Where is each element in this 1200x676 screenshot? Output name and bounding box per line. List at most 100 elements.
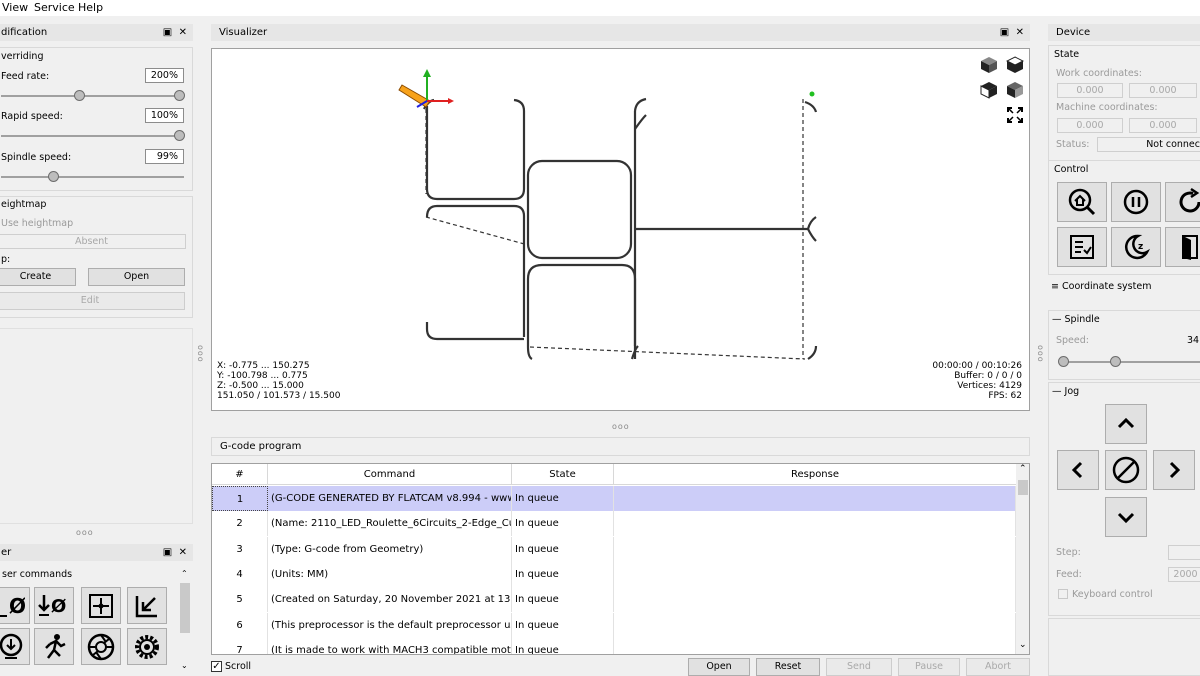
vertices-count: Vertices: 4129 xyxy=(957,381,1022,391)
return-origin-button[interactable] xyxy=(127,587,167,624)
visualizer-title: Visualizer xyxy=(219,27,268,38)
view-left-button[interactable] xyxy=(1006,81,1024,99)
create-heightmap-button[interactable]: Create xyxy=(0,268,76,286)
gcode-scrollbar[interactable]: ⌃ ⌄ xyxy=(1016,464,1029,654)
feed-rate-slider[interactable] xyxy=(1,95,184,97)
visualizer-dock-title: Visualizer ▣ ✕ xyxy=(211,24,1030,41)
zero-z-icon: Ø xyxy=(38,594,66,617)
endpoint-marker xyxy=(809,91,815,97)
collapse-icon[interactable]: — xyxy=(1052,386,1062,397)
probe-button[interactable] xyxy=(0,628,30,665)
column-header-response[interactable]: Response xyxy=(614,464,1016,485)
spindle-button[interactable] xyxy=(81,628,121,665)
zero-z-button[interactable]: Ø xyxy=(34,587,74,624)
table-row[interactable]: 2 (Name: 2110_LED_Roulette_6Circuits_2-Ed… xyxy=(212,511,1016,537)
scroll-down-icon[interactable]: ⌄ xyxy=(181,661,188,670)
spindle-label: Spindle xyxy=(1064,314,1100,325)
rapid-speed-field[interactable]: 100% xyxy=(145,108,184,123)
door-button[interactable] xyxy=(1165,227,1200,267)
use-heightmap-checkbox[interactable]: Use heightmap xyxy=(1,218,73,229)
feed-rate-slider-handle[interactable] xyxy=(174,90,185,101)
spindle-speed-slider-handle[interactable] xyxy=(48,171,59,182)
table-row[interactable]: 1 (G-CODE GENERATED BY FLATCAM v8.994 - w… xyxy=(212,486,1016,511)
menu-view[interactable]: View xyxy=(2,1,28,14)
overriding-label: verriding xyxy=(1,51,44,62)
command-cell: (Type: G-code from Geometry) xyxy=(268,536,512,562)
float-icon[interactable]: ▣ xyxy=(163,27,172,38)
visualizer-canvas[interactable]: X: -0.775 ... 150.275 Y: -100.798 ... 0.… xyxy=(211,48,1030,411)
home-button[interactable] xyxy=(1057,182,1107,222)
float-icon[interactable]: ▣ xyxy=(1000,27,1009,38)
spindle-speed-field[interactable]: 99% xyxy=(145,149,184,164)
close-icon[interactable]: ✕ xyxy=(1016,27,1024,38)
machine-y-field: 0.000 xyxy=(1129,118,1197,133)
jog-x-plus-button[interactable] xyxy=(1153,450,1195,490)
splitter-handle[interactable]: ooo xyxy=(76,528,94,537)
view-front-button[interactable] xyxy=(980,81,998,99)
feed-rate-field[interactable]: 200% xyxy=(145,68,184,83)
zero-xy-button[interactable]: Ø xyxy=(0,587,30,624)
center-button[interactable] xyxy=(81,587,121,624)
scrollbar-thumb[interactable] xyxy=(180,583,190,633)
feed-rate-handle[interactable] xyxy=(74,90,85,101)
jog-y-plus-button[interactable] xyxy=(1105,404,1147,444)
spindle-slider-handle[interactable] xyxy=(1110,356,1121,367)
column-header-number[interactable]: # xyxy=(212,464,268,485)
menu-service[interactable]: Service xyxy=(34,1,75,14)
sleep-button[interactable]: z xyxy=(1111,227,1161,267)
open-heightmap-button[interactable]: Open xyxy=(88,268,185,286)
left-splitter-handle[interactable]: ooo xyxy=(196,345,205,363)
table-row[interactable]: 7 (It is made to work with MACH3 compatib… xyxy=(212,637,1016,654)
spindle-min-handle[interactable] xyxy=(1058,356,1069,367)
menu-help[interactable]: Help xyxy=(78,1,103,14)
column-header-state[interactable]: State xyxy=(512,464,614,485)
float-icon[interactable]: ▣ xyxy=(163,547,172,558)
user-commands-scrollbar[interactable]: ⌃ ⌄ xyxy=(179,569,191,674)
collapse-icon[interactable]: — xyxy=(1052,314,1062,325)
speed-label: Speed: xyxy=(1056,335,1089,346)
spindle-speed-slider[interactable] xyxy=(1,176,184,178)
scroll-checkbox[interactable]: ✓ xyxy=(211,661,222,672)
command-cell: (It is made to work with MACH3 compatibl… xyxy=(268,637,512,654)
scroll-up-icon[interactable]: ⌃ xyxy=(1019,464,1027,474)
table-row[interactable]: 4 (Units: MM) In queue xyxy=(212,561,1016,587)
gear-icon xyxy=(135,634,159,659)
soft-reset-button[interactable] xyxy=(1165,182,1200,222)
axis-arrow-icon xyxy=(135,595,157,617)
feed-hold-button[interactable] xyxy=(1111,182,1161,222)
jog-stop-button[interactable] xyxy=(1105,450,1147,490)
scroll-down-icon[interactable]: ⌄ xyxy=(1019,640,1027,650)
scroll-up-icon[interactable]: ⌃ xyxy=(181,569,188,578)
table-row[interactable]: 5 (Created on Saturday, 20 November 2021 … xyxy=(212,587,1016,613)
table-row[interactable]: 3 (Type: G-code from Geometry) In queue xyxy=(212,536,1016,562)
cube-icon xyxy=(981,57,997,73)
close-icon[interactable]: ✕ xyxy=(179,27,187,38)
view-iso-button[interactable] xyxy=(980,56,998,74)
keyboard-control-checkbox[interactable] xyxy=(1058,589,1068,599)
feed-label: Feed: xyxy=(1056,569,1082,580)
fit-view-button[interactable] xyxy=(1006,106,1024,124)
step-field xyxy=(1168,545,1200,560)
check-mode-button[interactable] xyxy=(1057,227,1107,267)
scrollbar-thumb[interactable] xyxy=(1018,480,1028,495)
reset-button[interactable]: Reset xyxy=(756,658,820,676)
gcode-table[interactable]: # Command State Response 1 (G-CODE GENERA… xyxy=(211,463,1030,655)
coordinate-system-header[interactable]: ≡ Coordinate system xyxy=(1048,279,1200,299)
jog-x-minus-button[interactable] xyxy=(1057,450,1099,490)
right-splitter-handle[interactable]: ooo xyxy=(1036,345,1045,363)
spindle-slider[interactable] xyxy=(1061,361,1200,363)
jog-y-minus-button[interactable] xyxy=(1105,497,1147,537)
visualizer-splitter-handle[interactable]: ooo xyxy=(612,422,630,431)
rapid-speed-slider-handle[interactable] xyxy=(174,130,185,141)
step-label: Step: xyxy=(1056,547,1081,558)
machine-coordinates-label: Machine coordinates: xyxy=(1056,102,1158,113)
rapid-speed-slider[interactable] xyxy=(1,135,184,137)
view-top-button[interactable] xyxy=(1005,56,1025,74)
column-header-command[interactable]: Command xyxy=(268,464,512,485)
state-cell: In queue xyxy=(512,612,614,638)
settings-button[interactable] xyxy=(127,628,167,665)
table-row[interactable]: 6 (This preprocessor is the default prepr… xyxy=(212,612,1016,638)
run-button[interactable] xyxy=(34,628,74,665)
open-file-button[interactable]: Open xyxy=(688,658,750,676)
close-icon[interactable]: ✕ xyxy=(179,547,187,558)
